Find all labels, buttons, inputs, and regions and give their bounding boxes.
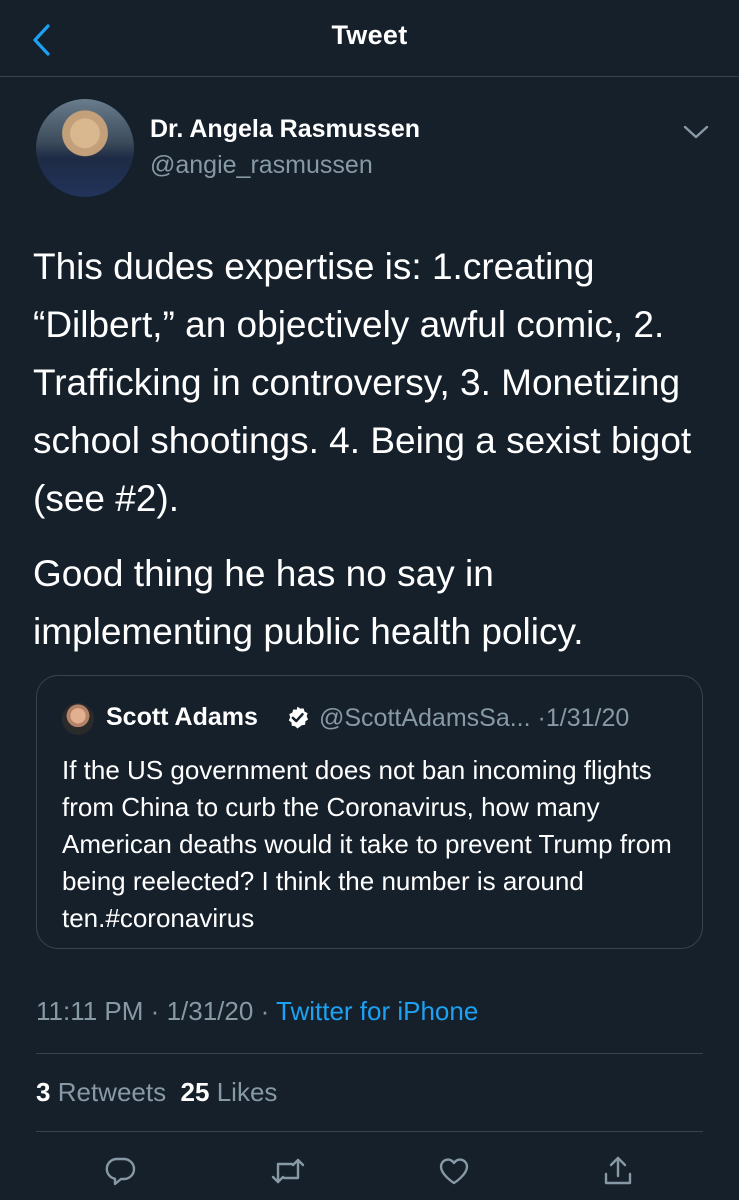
retweet-icon bbox=[271, 1158, 305, 1184]
meta-separator: · bbox=[260, 996, 270, 1026]
retweets-label: Retweets bbox=[57, 1077, 167, 1107]
reply-button[interactable] bbox=[102, 1153, 138, 1189]
divider bbox=[36, 1131, 703, 1132]
likes-stat[interactable]: 25 Likes bbox=[181, 1077, 278, 1107]
reply-icon bbox=[105, 1157, 136, 1186]
likes-label: Likes bbox=[216, 1077, 278, 1107]
retweets-stat[interactable]: 3 Retweets bbox=[36, 1077, 166, 1107]
heart-icon bbox=[439, 1158, 469, 1185]
verified-badge-icon bbox=[288, 706, 309, 729]
page-title: Tweet bbox=[331, 20, 408, 50]
tweet-paragraph: This dudes expertise is: 1.creating “Dil… bbox=[33, 246, 692, 519]
likes-count: 25 bbox=[180, 1077, 210, 1107]
author-avatar[interactable] bbox=[36, 99, 134, 197]
quoted-author-meta: @ScottAdamsSa... ·1/31/20 bbox=[319, 704, 629, 733]
share-button[interactable] bbox=[600, 1153, 636, 1189]
quoted-author-handle: @ScottAdamsSa... bbox=[319, 704, 531, 732]
chevron-down-icon bbox=[683, 125, 709, 139]
quoted-author-avatar bbox=[62, 703, 94, 735]
quoted-tweet-text: If the US government does not ban incomi… bbox=[62, 755, 672, 933]
share-icon bbox=[604, 1156, 632, 1185]
author-handle[interactable]: @angie_rasmussen bbox=[150, 151, 373, 180]
tweet-time: 11:11 PM bbox=[36, 996, 144, 1026]
quoted-author-name: Scott Adams bbox=[106, 703, 258, 731]
tweet-text: This dudes expertise is: 1.creating “Dil… bbox=[33, 238, 723, 661]
meta-separator: · bbox=[150, 996, 160, 1026]
top-bar: Tweet bbox=[0, 0, 739, 77]
tweet-source-link[interactable]: Twitter for iPhone bbox=[276, 996, 478, 1026]
tweet-meta: 11:11 PM · 1/31/20 · Twitter for iPhone bbox=[36, 996, 478, 1027]
quoted-tweet[interactable]: Scott Adams @ScottAdamsSa... ·1/31/20 If… bbox=[36, 675, 703, 949]
quoted-date: 1/31/20 bbox=[545, 704, 630, 732]
tweet-stats: 3 Retweets 25 Likes bbox=[36, 1077, 277, 1108]
like-button[interactable] bbox=[436, 1153, 472, 1189]
retweets-count: 3 bbox=[36, 1077, 51, 1107]
author-name[interactable]: Dr. Angela Rasmussen bbox=[150, 115, 420, 144]
tweet-paragraph: Good thing he has no say in implementing… bbox=[33, 553, 584, 652]
retweet-button[interactable] bbox=[270, 1153, 306, 1189]
tweet-date: 1/31/20 bbox=[166, 996, 254, 1026]
tweet-menu-button[interactable] bbox=[680, 116, 712, 148]
divider bbox=[36, 1053, 703, 1054]
meta-separator: · bbox=[537, 704, 546, 732]
